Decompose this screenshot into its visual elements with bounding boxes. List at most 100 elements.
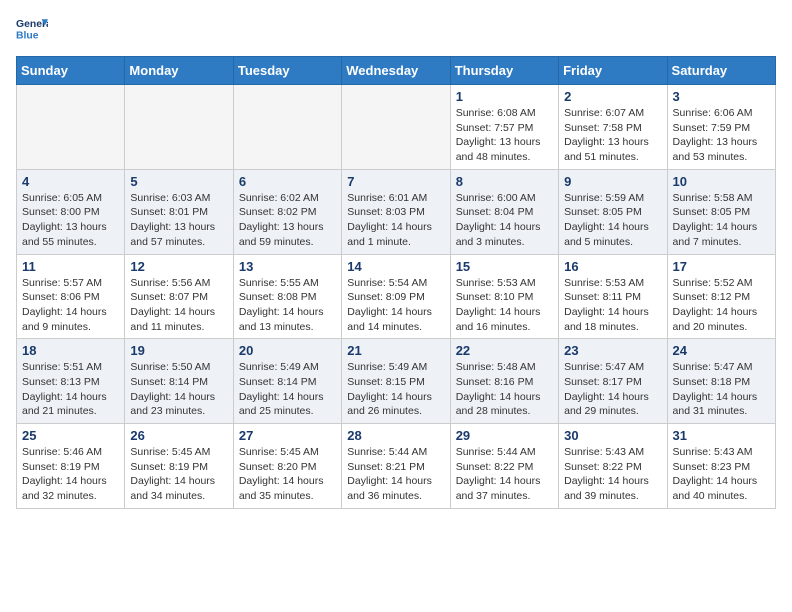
calendar-cell bbox=[342, 85, 450, 170]
day-number: 2 bbox=[564, 89, 661, 104]
calendar-cell: 25 Sunrise: 5:46 AM Sunset: 8:19 PM Dayli… bbox=[17, 424, 125, 509]
day-info: Sunrise: 5:44 AM Sunset: 8:21 PM Dayligh… bbox=[347, 445, 444, 504]
calendar-cell: 1 Sunrise: 6:08 AM Sunset: 7:57 PM Daylig… bbox=[450, 85, 558, 170]
calendar-cell: 4 Sunrise: 6:05 AM Sunset: 8:00 PM Daylig… bbox=[17, 169, 125, 254]
day-number: 15 bbox=[456, 259, 553, 274]
day-number: 1 bbox=[456, 89, 553, 104]
day-number: 9 bbox=[564, 174, 661, 189]
day-info: Sunrise: 5:48 AM Sunset: 8:16 PM Dayligh… bbox=[456, 360, 553, 419]
calendar-cell: 7 Sunrise: 6:01 AM Sunset: 8:03 PM Daylig… bbox=[342, 169, 450, 254]
day-number: 5 bbox=[130, 174, 227, 189]
day-number: 20 bbox=[239, 343, 336, 358]
weekday-header-friday: Friday bbox=[559, 57, 667, 85]
day-info: Sunrise: 5:50 AM Sunset: 8:14 PM Dayligh… bbox=[130, 360, 227, 419]
day-number: 7 bbox=[347, 174, 444, 189]
calendar-week-4: 18Sunrise: 5:51 AM Sunset: 8:13 PM Dayli… bbox=[17, 339, 776, 424]
day-info: Sunrise: 6:08 AM Sunset: 7:57 PM Dayligh… bbox=[456, 106, 553, 165]
calendar-cell: 6 Sunrise: 6:02 AM Sunset: 8:02 PM Daylig… bbox=[233, 169, 341, 254]
page-header: General Blue bbox=[16, 16, 776, 44]
calendar-cell: 3Sunrise: 6:06 AM Sunset: 7:59 PM Daylig… bbox=[667, 85, 775, 170]
calendar-cell: 14 Sunrise: 5:54 AM Sunset: 8:09 PM Dayli… bbox=[342, 254, 450, 339]
calendar-cell: 27 Sunrise: 5:45 AM Sunset: 8:20 PM Dayli… bbox=[233, 424, 341, 509]
day-number: 10 bbox=[673, 174, 770, 189]
calendar-cell: 8Sunrise: 6:00 AM Sunset: 8:04 PM Daylig… bbox=[450, 169, 558, 254]
day-number: 6 bbox=[239, 174, 336, 189]
calendar-cell: 18Sunrise: 5:51 AM Sunset: 8:13 PM Dayli… bbox=[17, 339, 125, 424]
calendar-cell: 2 Sunrise: 6:07 AM Sunset: 7:58 PM Daylig… bbox=[559, 85, 667, 170]
weekday-header-thursday: Thursday bbox=[450, 57, 558, 85]
day-number: 4 bbox=[22, 174, 119, 189]
day-info: Sunrise: 5:53 AM Sunset: 8:11 PM Dayligh… bbox=[564, 276, 661, 335]
day-info: Sunrise: 5:58 AM Sunset: 8:05 PM Dayligh… bbox=[673, 191, 770, 250]
day-number: 18 bbox=[22, 343, 119, 358]
calendar-cell: 26Sunrise: 5:45 AM Sunset: 8:19 PM Dayli… bbox=[125, 424, 233, 509]
day-info: Sunrise: 6:05 AM Sunset: 8:00 PM Dayligh… bbox=[22, 191, 119, 250]
day-info: Sunrise: 5:56 AM Sunset: 8:07 PM Dayligh… bbox=[130, 276, 227, 335]
weekday-header-saturday: Saturday bbox=[667, 57, 775, 85]
day-info: Sunrise: 6:02 AM Sunset: 8:02 PM Dayligh… bbox=[239, 191, 336, 250]
day-info: Sunrise: 5:43 AM Sunset: 8:22 PM Dayligh… bbox=[564, 445, 661, 504]
day-info: Sunrise: 5:45 AM Sunset: 8:19 PM Dayligh… bbox=[130, 445, 227, 504]
day-number: 30 bbox=[564, 428, 661, 443]
day-info: Sunrise: 6:00 AM Sunset: 8:04 PM Dayligh… bbox=[456, 191, 553, 250]
day-number: 3 bbox=[673, 89, 770, 104]
day-info: Sunrise: 5:55 AM Sunset: 8:08 PM Dayligh… bbox=[239, 276, 336, 335]
calendar-cell: 28 Sunrise: 5:44 AM Sunset: 8:21 PM Dayli… bbox=[342, 424, 450, 509]
weekday-header-sunday: Sunday bbox=[17, 57, 125, 85]
calendar-cell: 12Sunrise: 5:56 AM Sunset: 8:07 PM Dayli… bbox=[125, 254, 233, 339]
calendar-week-3: 11Sunrise: 5:57 AM Sunset: 8:06 PM Dayli… bbox=[17, 254, 776, 339]
day-info: Sunrise: 5:59 AM Sunset: 8:05 PM Dayligh… bbox=[564, 191, 661, 250]
weekday-header-row: SundayMondayTuesdayWednesdayThursdayFrid… bbox=[17, 57, 776, 85]
calendar-cell: 19 Sunrise: 5:50 AM Sunset: 8:14 PM Dayli… bbox=[125, 339, 233, 424]
day-number: 14 bbox=[347, 259, 444, 274]
day-info: Sunrise: 5:53 AM Sunset: 8:10 PM Dayligh… bbox=[456, 276, 553, 335]
day-info: Sunrise: 5:43 AM Sunset: 8:23 PM Dayligh… bbox=[673, 445, 770, 504]
day-info: Sunrise: 6:03 AM Sunset: 8:01 PM Dayligh… bbox=[130, 191, 227, 250]
calendar-cell: 11Sunrise: 5:57 AM Sunset: 8:06 PM Dayli… bbox=[17, 254, 125, 339]
calendar-week-1: 1 Sunrise: 6:08 AM Sunset: 7:57 PM Daylig… bbox=[17, 85, 776, 170]
calendar-cell bbox=[233, 85, 341, 170]
calendar-cell: 31 Sunrise: 5:43 AM Sunset: 8:23 PM Dayli… bbox=[667, 424, 775, 509]
day-info: Sunrise: 5:49 AM Sunset: 8:15 PM Dayligh… bbox=[347, 360, 444, 419]
weekday-header-tuesday: Tuesday bbox=[233, 57, 341, 85]
day-info: Sunrise: 6:01 AM Sunset: 8:03 PM Dayligh… bbox=[347, 191, 444, 250]
day-number: 28 bbox=[347, 428, 444, 443]
calendar-table: SundayMondayTuesdayWednesdayThursdayFrid… bbox=[16, 56, 776, 509]
calendar-cell: 23 Sunrise: 5:47 AM Sunset: 8:17 PM Dayli… bbox=[559, 339, 667, 424]
calendar-cell bbox=[17, 85, 125, 170]
day-info: Sunrise: 5:57 AM Sunset: 8:06 PM Dayligh… bbox=[22, 276, 119, 335]
day-number: 29 bbox=[456, 428, 553, 443]
day-number: 16 bbox=[564, 259, 661, 274]
logo: General Blue bbox=[16, 16, 48, 44]
day-number: 23 bbox=[564, 343, 661, 358]
calendar-cell: 21 Sunrise: 5:49 AM Sunset: 8:15 PM Dayli… bbox=[342, 339, 450, 424]
calendar-cell bbox=[125, 85, 233, 170]
day-number: 21 bbox=[347, 343, 444, 358]
day-number: 27 bbox=[239, 428, 336, 443]
day-number: 17 bbox=[673, 259, 770, 274]
calendar-cell: 16 Sunrise: 5:53 AM Sunset: 8:11 PM Dayli… bbox=[559, 254, 667, 339]
day-info: Sunrise: 5:49 AM Sunset: 8:14 PM Dayligh… bbox=[239, 360, 336, 419]
calendar-cell: 13 Sunrise: 5:55 AM Sunset: 8:08 PM Dayli… bbox=[233, 254, 341, 339]
calendar-cell: 22 Sunrise: 5:48 AM Sunset: 8:16 PM Dayli… bbox=[450, 339, 558, 424]
day-info: Sunrise: 5:46 AM Sunset: 8:19 PM Dayligh… bbox=[22, 445, 119, 504]
calendar-cell: 15 Sunrise: 5:53 AM Sunset: 8:10 PM Dayli… bbox=[450, 254, 558, 339]
calendar-week-2: 4 Sunrise: 6:05 AM Sunset: 8:00 PM Daylig… bbox=[17, 169, 776, 254]
day-info: Sunrise: 5:47 AM Sunset: 8:18 PM Dayligh… bbox=[673, 360, 770, 419]
weekday-header-monday: Monday bbox=[125, 57, 233, 85]
day-number: 19 bbox=[130, 343, 227, 358]
day-info: Sunrise: 6:07 AM Sunset: 7:58 PM Dayligh… bbox=[564, 106, 661, 165]
day-number: 25 bbox=[22, 428, 119, 443]
calendar-header: SundayMondayTuesdayWednesdayThursdayFrid… bbox=[17, 57, 776, 85]
calendar-cell: 29Sunrise: 5:44 AM Sunset: 8:22 PM Dayli… bbox=[450, 424, 558, 509]
svg-text:Blue: Blue bbox=[16, 30, 39, 41]
day-info: Sunrise: 5:54 AM Sunset: 8:09 PM Dayligh… bbox=[347, 276, 444, 335]
logo-icon: General Blue bbox=[16, 16, 48, 44]
day-number: 24 bbox=[673, 343, 770, 358]
day-info: Sunrise: 5:47 AM Sunset: 8:17 PM Dayligh… bbox=[564, 360, 661, 419]
day-number: 22 bbox=[456, 343, 553, 358]
day-number: 31 bbox=[673, 428, 770, 443]
day-info: Sunrise: 5:45 AM Sunset: 8:20 PM Dayligh… bbox=[239, 445, 336, 504]
calendar-week-5: 25 Sunrise: 5:46 AM Sunset: 8:19 PM Dayli… bbox=[17, 424, 776, 509]
day-number: 13 bbox=[239, 259, 336, 274]
